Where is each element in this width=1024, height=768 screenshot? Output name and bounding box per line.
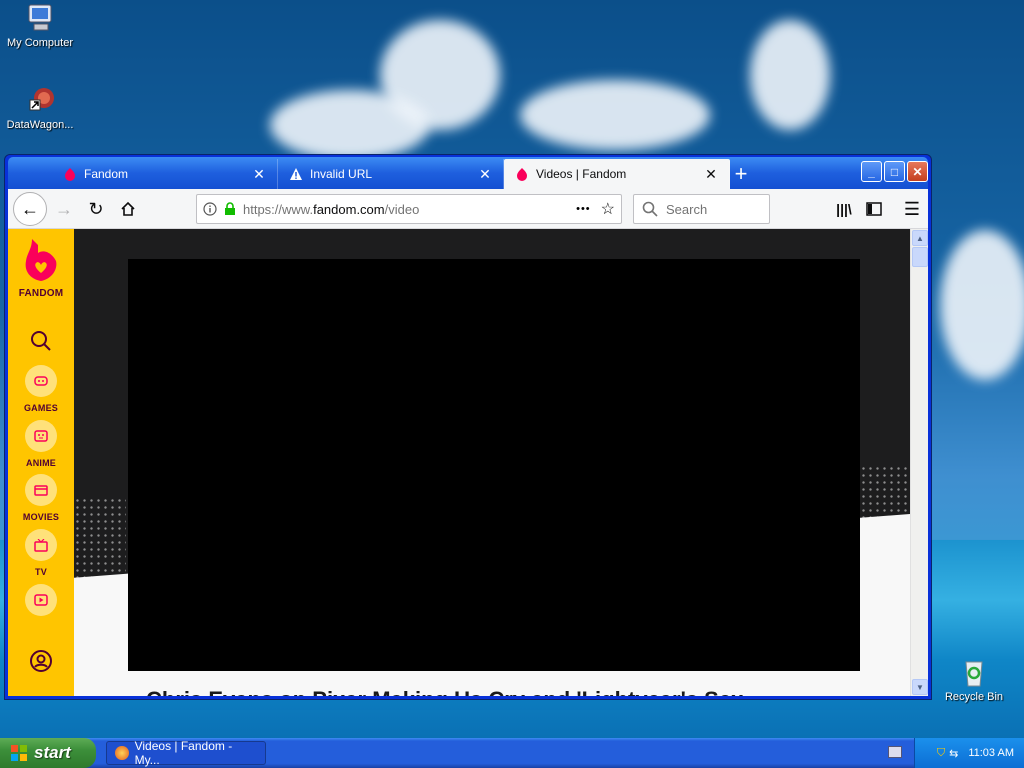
keyboard-icon[interactable]	[888, 746, 902, 758]
desktop-icon-label: Recycle Bin	[944, 691, 1004, 703]
scrollbar-thumb[interactable]	[912, 247, 928, 267]
search-input[interactable]: Search	[633, 194, 770, 224]
back-button[interactable]: ←	[13, 192, 47, 226]
desktop-icon-recycle-bin[interactable]: Recycle Bin	[934, 656, 1014, 703]
video-icon	[34, 594, 48, 606]
cloud	[750, 20, 830, 130]
windows-logo-icon	[11, 745, 27, 761]
warning-icon	[288, 166, 304, 182]
browser-window: Fandom ✕ Invalid URL ✕ Videos | Fandom ✕…	[4, 154, 932, 700]
computer-icon	[28, 4, 52, 31]
nav-label: GAMES	[23, 403, 58, 413]
desktop-icon-label: My Computer	[6, 37, 74, 49]
close-icon[interactable]: ✕	[703, 166, 719, 183]
system-tray: ⛉ ⇆ 11:03 AM	[914, 738, 1024, 768]
fandom-logo[interactable]: FANDOM	[8, 237, 74, 299]
dot-pattern	[74, 497, 126, 587]
account-button[interactable]	[8, 649, 74, 676]
reload-icon: ↻	[88, 198, 104, 219]
sidebar-toggle-button[interactable]	[860, 195, 888, 223]
games-icon	[34, 376, 48, 386]
search-placeholder: Search	[666, 201, 708, 217]
scroll-down-icon[interactable]: ▼	[912, 679, 928, 695]
recycle-bin-icon	[965, 661, 983, 687]
search-icon	[31, 331, 51, 351]
tab-invalid-url[interactable]: Invalid URL ✕	[278, 159, 504, 189]
close-icon[interactable]: ✕	[251, 166, 267, 183]
fandom-search-button[interactable]	[8, 329, 74, 356]
tab-strip: Fandom ✕ Invalid URL ✕ Videos | Fandom ✕…	[8, 157, 928, 189]
fandom-flame-icon	[62, 166, 78, 182]
tab-fandom[interactable]: Fandom ✕	[52, 159, 278, 189]
nav-games[interactable]: GAMES	[8, 365, 74, 413]
reload-button[interactable]: ↻	[82, 195, 110, 223]
start-label: start	[34, 743, 71, 762]
forward-button[interactable]: →	[50, 195, 78, 223]
nav-video[interactable]	[8, 584, 74, 616]
movies-icon	[34, 485, 48, 496]
security-shield-icon[interactable]: ⛉	[937, 747, 945, 760]
taskbar-item-label: Videos | Fandom - My...	[134, 739, 233, 767]
taskbar: start Videos | Fandom - My... ⛉ ⇆ 11:03 …	[0, 738, 1024, 768]
tab-title: Fandom	[84, 167, 129, 181]
close-window-button[interactable]: ✕	[907, 161, 928, 182]
home-button[interactable]	[114, 195, 142, 223]
fandom-logo-icon	[25, 239, 57, 281]
search-icon	[642, 201, 658, 217]
nav-anime[interactable]: ANIME	[8, 420, 74, 468]
page-actions-button[interactable]: •••	[576, 203, 591, 215]
scroll-up-icon[interactable]: ▲	[912, 230, 928, 246]
firefox-icon	[115, 746, 129, 760]
new-tab-button[interactable]: +	[726, 159, 756, 189]
cloud	[520, 80, 710, 150]
fandom-logo-text: FANDOM	[18, 288, 64, 299]
taskbar-item-firefox[interactable]: Videos | Fandom - My...	[106, 739, 266, 767]
library-button[interactable]: |||\	[830, 195, 858, 223]
shortcut-icon	[29, 88, 54, 111]
arrow-right-icon: →	[55, 198, 73, 219]
nav-label: MOVIES	[22, 512, 60, 522]
info-icon[interactable]	[203, 202, 217, 216]
network-icon[interactable]: ⇆	[949, 747, 958, 760]
clock[interactable]: 11:03 AM	[968, 747, 1014, 759]
desktop-icon-my-computer[interactable]: My Computer	[0, 2, 80, 49]
tab-title: Invalid URL	[310, 167, 373, 181]
desktop-icon-label: DataWagon...	[6, 119, 74, 131]
cloud	[940, 230, 1024, 380]
nav-tv[interactable]: TV	[8, 529, 74, 577]
home-icon	[121, 201, 135, 216]
anime-icon	[34, 430, 48, 442]
url-text[interactable]: https://www.fandom.com/video	[243, 202, 576, 217]
url-bar[interactable]: https://www.fandom.com/video ••• ☆	[196, 194, 622, 224]
user-icon	[30, 650, 52, 672]
nav-label: ANIME	[26, 458, 56, 468]
page-content: FANDOM GAMES ANIME MOVIES TV ▲ ▼	[8, 229, 928, 696]
arrow-left-icon: ←	[21, 198, 39, 219]
maximize-button[interactable]: □	[884, 161, 905, 182]
desktop-icon-datawagon[interactable]: DataWagon...	[0, 84, 80, 131]
navigation-toolbar: ← → ↻ https://www.fandom.com/video ••• ☆…	[8, 189, 928, 229]
lock-icon	[225, 202, 235, 215]
start-button[interactable]: start	[0, 738, 96, 768]
cloud	[270, 90, 430, 160]
fandom-flame-icon	[514, 166, 530, 182]
video-player[interactable]	[128, 259, 860, 671]
video-title[interactable]: Chris Evans on Pixar Making Us Cry and '…	[146, 687, 743, 696]
close-icon[interactable]: ✕	[477, 166, 493, 183]
bookmark-star-icon[interactable]: ☆	[601, 199, 615, 219]
tab-title: Videos | Fandom	[536, 167, 627, 181]
fandom-sidebar: FANDOM GAMES ANIME MOVIES TV	[8, 229, 74, 696]
nav-movies[interactable]: MOVIES	[8, 474, 74, 522]
menu-button[interactable]: ☰	[898, 195, 926, 223]
nav-label: TV	[35, 567, 47, 577]
vertical-scrollbar[interactable]: ▲ ▼	[910, 229, 928, 696]
sidebar-icon	[866, 202, 882, 216]
library-icon: |||\	[836, 201, 852, 217]
minimize-button[interactable]: _	[861, 161, 882, 182]
hamburger-icon: ☰	[903, 198, 921, 219]
tab-videos-fandom[interactable]: Videos | Fandom ✕	[504, 159, 730, 189]
tv-icon	[34, 538, 48, 552]
